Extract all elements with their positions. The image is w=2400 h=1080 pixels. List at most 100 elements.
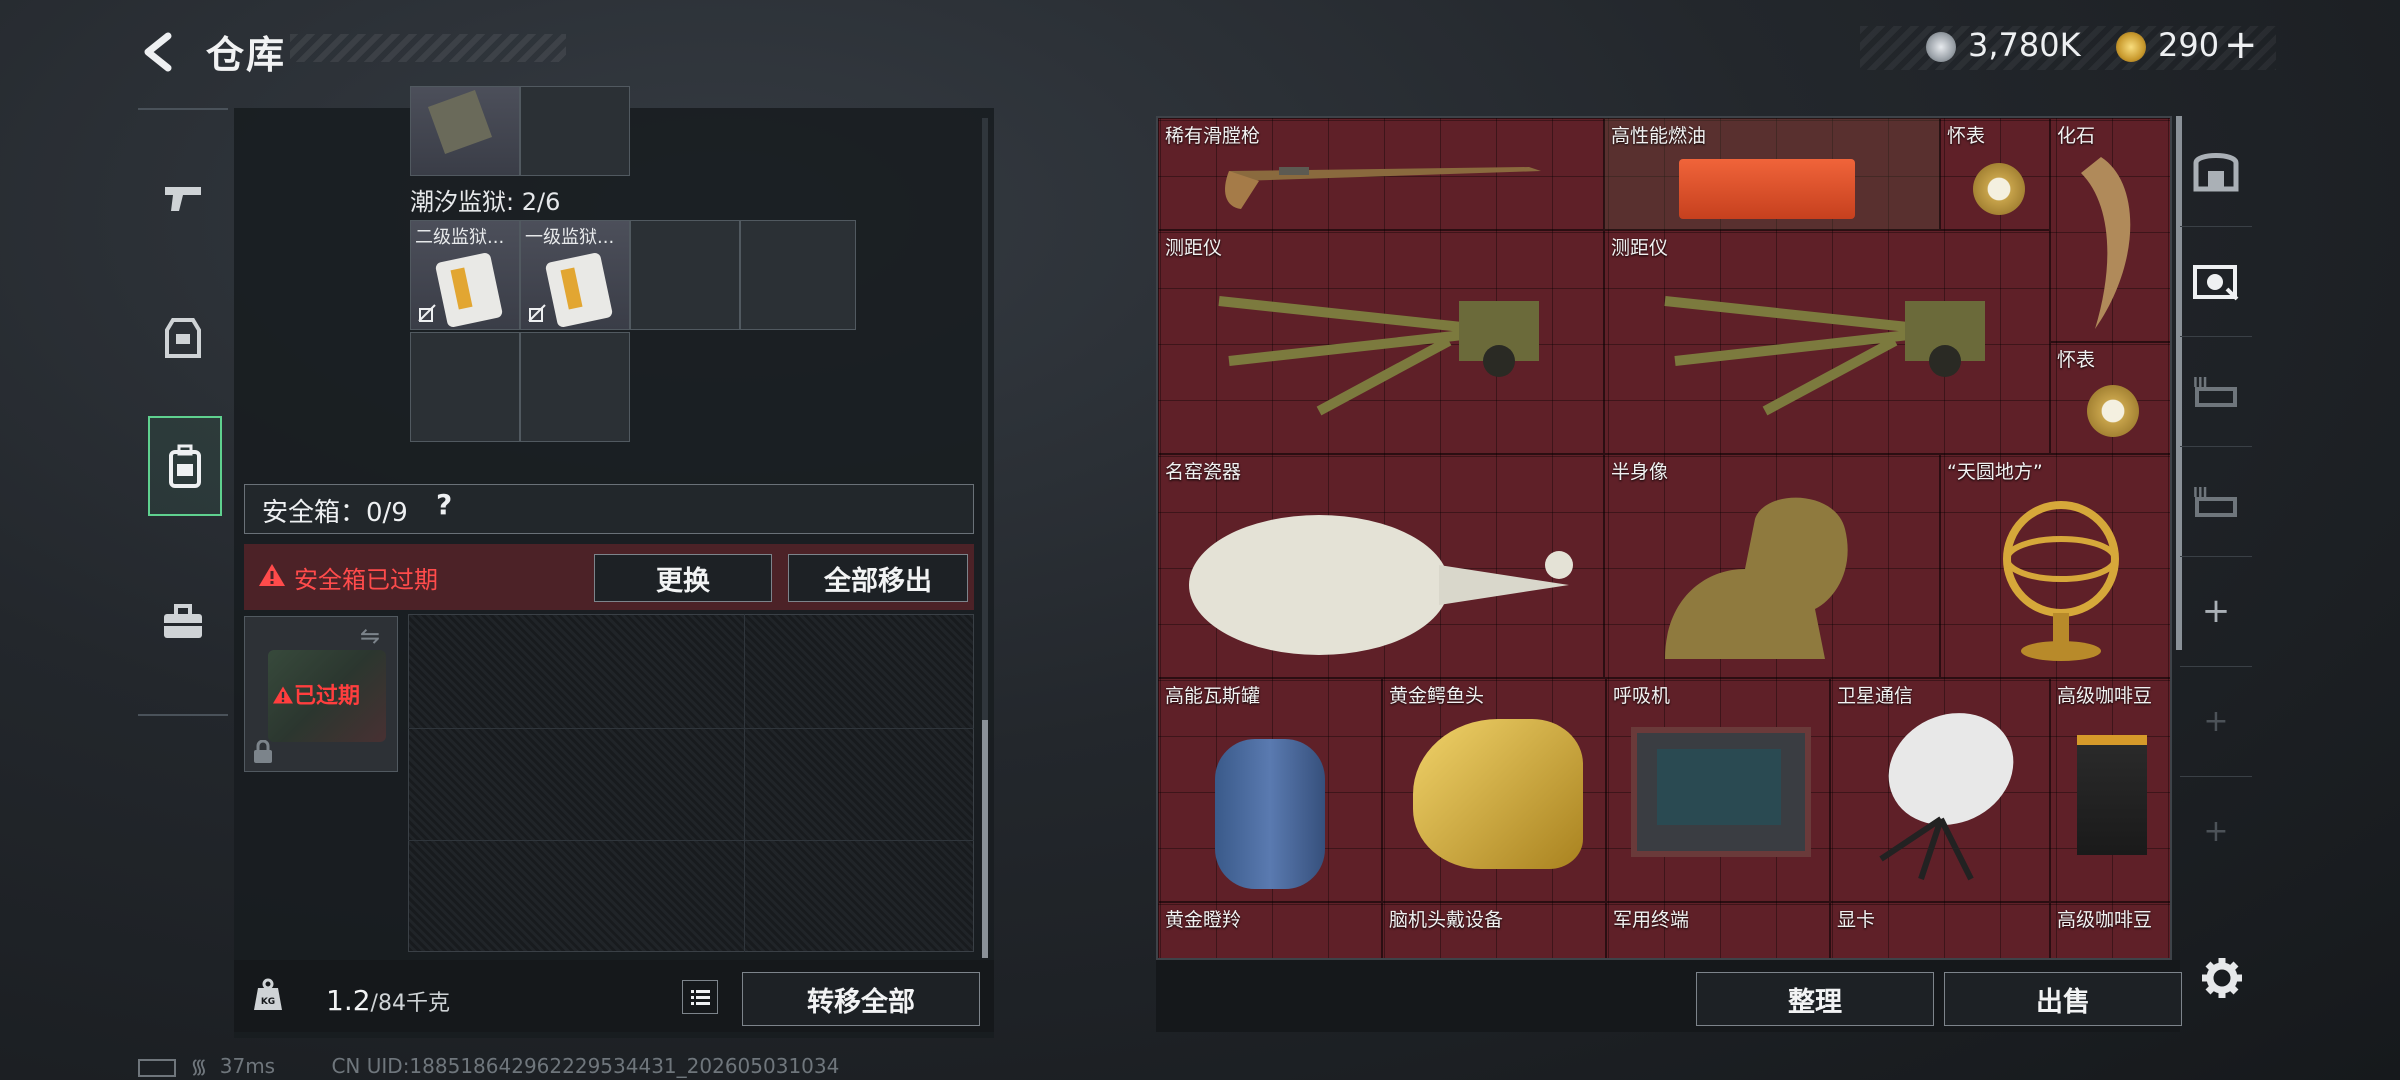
transfer-all-button[interactable]: 转移全部 [742, 972, 980, 1026]
satellite-dish-icon [1879, 713, 2014, 881]
armillary-sphere-icon [2003, 501, 2119, 661]
inventory-slot[interactable] [410, 332, 520, 442]
bust-statue-icon [1665, 497, 1848, 659]
gas-canister-icon [1215, 739, 1325, 889]
rangefinder-icon [1664, 296, 1985, 416]
safebox-label: 安全箱：0/9 [262, 498, 408, 528]
inventory-slot[interactable] [630, 220, 740, 330]
inventory-slot[interactable] [520, 332, 630, 442]
loot-item[interactable]: 卫星通信 [1830, 678, 2050, 902]
add-container-button[interactable]: + [2180, 776, 2252, 886]
loot-item[interactable]: 化石 [2050, 118, 2170, 342]
musket-icon [1225, 167, 1541, 209]
loot-item[interactable]: 高能瓦斯罐 [1158, 678, 1382, 902]
warning-icon [258, 562, 286, 592]
loot-item[interactable]: 怀表 [1940, 118, 2050, 230]
loot-item[interactable]: 怀表 [2050, 342, 2170, 454]
warning-icon [273, 686, 293, 704]
silver-currency-amount: 3,780K [1968, 26, 2081, 64]
loot-name: 怀表 [2057, 349, 2096, 371]
fossil-claw-icon [2081, 157, 2131, 329]
case-expired-label: 已过期 [272, 678, 360, 710]
loot-item[interactable]: “天圆地方” [1940, 454, 2170, 678]
remove-all-button[interactable]: 全部移出 [788, 554, 968, 602]
loot-name: “天圆地方” [1947, 461, 2043, 483]
add-container-button[interactable]: + [2180, 666, 2252, 777]
loot-item[interactable]: 呼吸机 [1606, 678, 1830, 902]
toolbox-icon[interactable] [138, 574, 228, 670]
loot-item[interactable]: 黄金瞪羚 [1158, 902, 1382, 958]
list-icon[interactable] [682, 980, 718, 1014]
grid-divider [408, 840, 974, 841]
sort-button[interactable]: 整理 [1696, 972, 1934, 1026]
swap-icon[interactable]: ⇋ [360, 622, 380, 650]
pocket-watch-icon [1973, 163, 2025, 215]
loot-name: 怀表 [1947, 125, 1986, 147]
inventory-slot[interactable] [740, 220, 856, 330]
fuel-case-icon [1679, 159, 1855, 219]
loot-name: 黄金鳄鱼头 [1389, 685, 1485, 707]
loot-item[interactable]: 半身像 [1604, 454, 1940, 678]
section-label: 潮汐监狱: 2/6 [410, 188, 561, 216]
back-icon[interactable] [138, 30, 182, 74]
loot-name: 测距仪 [1611, 237, 1669, 259]
keycard-slot[interactable]: 二级监狱... [410, 220, 520, 330]
armor-vest-icon[interactable] [138, 290, 228, 386]
weight-current: 1.2 [326, 984, 371, 1017]
loot-name: 显卡 [1837, 909, 1876, 931]
loot-item[interactable]: 高性能燃油 [1604, 118, 1940, 230]
loot-item[interactable]: 测距仪 [1158, 230, 1604, 454]
gold-currency-amount: 290 [2158, 26, 2220, 64]
loot-item[interactable]: 军用终端 [1606, 902, 1830, 958]
item-name: 一级监狱... [525, 227, 615, 248]
inventory-scroll-thumb[interactable] [982, 720, 988, 958]
safe-container-icon[interactable] [2180, 226, 2252, 337]
title-decoration [290, 34, 566, 62]
no-lock-icon [528, 304, 546, 322]
loot-item[interactable]: 稀有滑膛枪 [1158, 118, 1604, 230]
rangefinder-icon [1218, 296, 1539, 416]
gold-coin-icon [2116, 32, 2146, 62]
porcelain-vase-icon [1189, 515, 1573, 655]
help-icon[interactable]: ? [436, 488, 452, 521]
inventory-item-slot[interactable] [410, 86, 520, 176]
replace-button[interactable]: 更换 [594, 554, 772, 602]
add-currency-button[interactable]: + [2224, 22, 2258, 68]
loot-item[interactable]: 测距仪 [1604, 230, 2050, 454]
loot-item[interactable]: 显卡 [1830, 902, 2050, 958]
safebox-expired-text: 安全箱已过期 [294, 566, 438, 594]
add-container-button[interactable]: + [2180, 556, 2252, 667]
loot-item[interactable]: 高级咖啡豆 [2050, 678, 2170, 902]
container-3b-icon[interactable]: III [2180, 446, 2252, 557]
grid-divider [408, 728, 974, 729]
keycard-icon [544, 251, 614, 329]
loot-item[interactable]: 黄金鳄鱼头 [1382, 678, 1606, 902]
lock-icon [252, 739, 274, 768]
loot-name: 名窑瓷器 [1165, 461, 1242, 483]
inventory-slot[interactable] [520, 86, 630, 176]
stash-tab-icon[interactable] [2180, 116, 2252, 227]
ping-value: 37ms [219, 1054, 276, 1078]
settings-gear-icon[interactable] [2200, 956, 2244, 1004]
silver-coin-icon [1926, 32, 1956, 62]
loot-name: 高级咖啡豆 [2057, 685, 2153, 707]
loot-name: 军用终端 [1613, 909, 1690, 931]
ventilator-icon [1631, 727, 1811, 857]
loot-item[interactable]: 名窑瓷器 [1158, 454, 1604, 678]
loot-grid[interactable]: 稀有滑膛枪 高性能燃油 怀表 化石 测距仪 测距仪 怀表 名窑瓷器 半身像 “天… [1156, 116, 2172, 960]
case-expired-text: 已过期 [294, 684, 361, 709]
weight-max: /84千克 [370, 991, 450, 1016]
gun-icon[interactable] [138, 150, 228, 246]
loot-item[interactable]: 高级咖啡豆 [2050, 902, 2170, 958]
loot-name: 呼吸机 [1613, 685, 1671, 707]
loot-name: 高性能燃油 [1611, 125, 1707, 147]
loot-name: 黄金瞪羚 [1165, 909, 1242, 931]
container-3-icon[interactable]: III [2180, 336, 2252, 447]
no-lock-icon [418, 304, 436, 322]
keycard-slot[interactable]: 一级监狱... [520, 220, 630, 330]
loot-item[interactable]: 脑机头戴设备 [1382, 902, 1606, 958]
safebox-grid[interactable] [408, 614, 974, 952]
grid-divider [744, 614, 745, 952]
sell-button[interactable]: 出售 [1944, 972, 2182, 1026]
backpack-icon[interactable] [148, 416, 222, 516]
